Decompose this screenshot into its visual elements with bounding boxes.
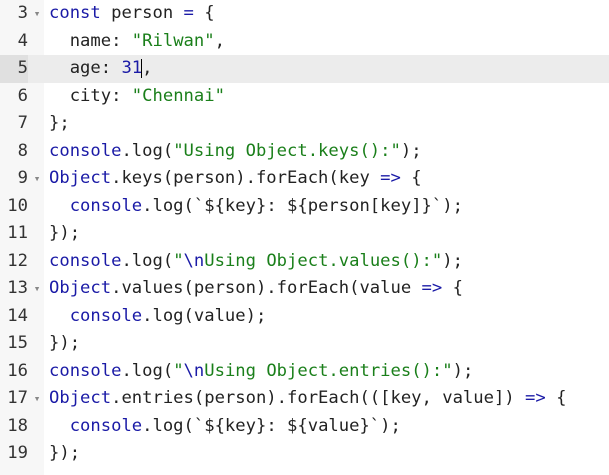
line-number: 10 bbox=[7, 195, 28, 216]
code-text: city: "Chennai" bbox=[49, 85, 225, 106]
line-number: 16 bbox=[7, 360, 28, 381]
code-text: age: 31, bbox=[49, 58, 153, 78]
code-line[interactable]: 11}); bbox=[0, 220, 609, 248]
code-text: console.log("\nUsing Object.values():"); bbox=[49, 250, 463, 271]
code-text: name: "Rilwan", bbox=[49, 30, 225, 51]
code-text: console.log("Using Object.keys():"); bbox=[49, 140, 422, 161]
code-line[interactable]: 8 console.log("Using Object.keys():"); bbox=[0, 138, 609, 166]
line-number: 17 bbox=[7, 388, 28, 408]
line-number: 15 bbox=[7, 333, 28, 353]
code-line[interactable]: 16 console.log("\nUsing Object.entries():… bbox=[0, 358, 609, 386]
line-number: 6 bbox=[17, 85, 28, 106]
chevron-down-icon[interactable]: ▾ bbox=[31, 385, 43, 413]
line-number: 5 bbox=[0, 55, 28, 83]
line-number: 19 bbox=[7, 443, 28, 463]
code-line[interactable]: 4 name: "Rilwan", bbox=[0, 28, 609, 56]
line-number: 9 bbox=[17, 168, 28, 188]
line-number: 4 bbox=[17, 30, 28, 51]
line-number: 11 bbox=[7, 223, 28, 243]
code-line[interactable]: 14 console.log(value); bbox=[0, 303, 609, 331]
code-text: Object.values(person).forEach(value => { bbox=[49, 278, 463, 298]
chevron-down-icon[interactable]: ▾ bbox=[31, 165, 43, 193]
line-number: 7 bbox=[17, 113, 28, 133]
code-line[interactable]: 18 console.log(`${key}: ${value}`); bbox=[0, 413, 609, 441]
code-text: Object.entries(person).forEach(([key, va… bbox=[49, 388, 567, 408]
code-text: }); bbox=[49, 443, 81, 463]
code-editor[interactable]: 3 ▾ const person = {4 name: "Rilwan", 5 age… bbox=[0, 0, 609, 475]
code-line[interactable]: 17 ▾ Object.entries(person).forEach(([key,… bbox=[0, 385, 609, 413]
code-line[interactable]: 3 ▾ const person = { bbox=[0, 0, 609, 28]
code-text: console.log(`${key}: ${person[key]}`); bbox=[69, 195, 463, 216]
code-line[interactable]: 9 ▾ Object.keys(person).forEach(key => { bbox=[0, 165, 609, 193]
code-text: const person = { bbox=[49, 3, 215, 23]
code-text: Object.keys(person).forEach(key => { bbox=[49, 168, 422, 188]
code-line[interactable]: 5 age: 31, bbox=[0, 55, 609, 83]
line-number: 14 bbox=[7, 305, 28, 326]
line-number: 8 bbox=[17, 140, 28, 161]
code-line[interactable]: 12 console.log("\nUsing Object.values():"… bbox=[0, 248, 609, 276]
code-text: console.log(`${key}: ${value}`); bbox=[69, 415, 401, 436]
code-text: }); bbox=[49, 223, 81, 243]
code-text: console.log(value); bbox=[69, 305, 267, 326]
chevron-down-icon[interactable]: ▾ bbox=[31, 0, 43, 28]
code-line[interactable]: 7}; bbox=[0, 110, 609, 138]
chevron-down-icon[interactable]: ▾ bbox=[31, 275, 43, 303]
line-number: 18 bbox=[7, 415, 28, 436]
code-line[interactable]: 13 ▾ Object.values(person).forEach(value =… bbox=[0, 275, 609, 303]
code-line[interactable]: 15}); bbox=[0, 330, 609, 358]
code-line[interactable]: 6 city: "Chennai" bbox=[0, 83, 609, 111]
code-line[interactable]: 10 console.log(`${key}: ${person[key]}`)… bbox=[0, 193, 609, 221]
code-text: }); bbox=[49, 333, 81, 353]
code-text: console.log("\nUsing Object.entries():")… bbox=[49, 360, 474, 381]
line-number: 13 bbox=[7, 278, 28, 298]
code-line[interactable]: 19}); bbox=[0, 440, 609, 468]
line-number: 3 bbox=[17, 3, 28, 23]
line-number: 12 bbox=[7, 250, 28, 271]
code-text: }; bbox=[49, 113, 70, 133]
